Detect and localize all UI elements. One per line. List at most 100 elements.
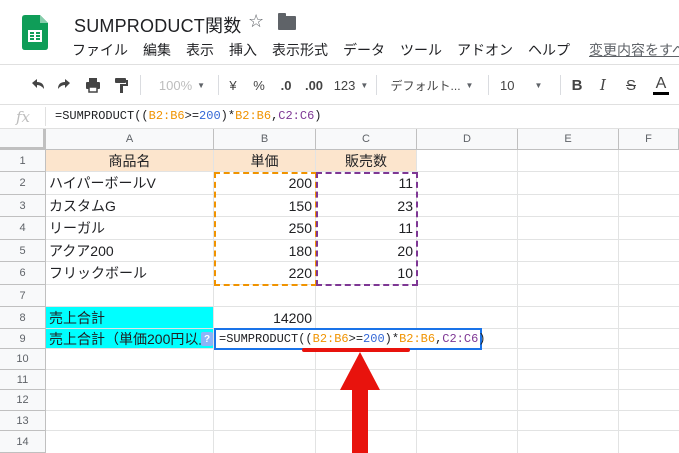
decrease-decimal-button[interactable]: .0 [276, 73, 296, 97]
row-header[interactable]: 8 [0, 307, 46, 329]
row-header[interactable]: 10 [0, 349, 46, 370]
toolbar-divider [218, 75, 219, 95]
row-header[interactable]: 13 [0, 411, 46, 431]
row-header[interactable]: 7 [0, 285, 46, 307]
menu-insert[interactable]: 挿入 [229, 40, 257, 62]
cell-b4[interactable]: 250 [214, 217, 316, 240]
text-color-letter: A [655, 75, 667, 92]
more-formats-label: 123 [333, 77, 356, 93]
row-header[interactable]: 2 [0, 172, 46, 195]
formula-range-ref: B2:B6 [399, 332, 436, 346]
increase-decimal-button[interactable]: .00 [302, 73, 326, 97]
formula-part: )* [220, 109, 236, 123]
italic-button[interactable]: I [596, 73, 610, 97]
menu-tools[interactable]: ツール [400, 40, 442, 62]
chevron-down-icon: ▼ [534, 80, 543, 90]
cell-b9-editor[interactable]: =SUMPRODUCT((B2:B6 >= 200)* B2:B6, C2:C6) [214, 328, 486, 350]
formula-range-ref: B2:B6 [148, 109, 185, 123]
menu-format[interactable]: 表示形式 [272, 40, 328, 62]
row-header[interactable]: 9 [0, 329, 46, 349]
row-header[interactable]: 1 [0, 150, 46, 172]
app-header: SUMPRODUCT関数 ☆ ファイル 編集 表示 挿入 表示形式 データ ツー… [0, 0, 679, 64]
formula-range-ref: B2:B6 [235, 109, 272, 123]
star-icon[interactable]: ☆ [248, 11, 264, 32]
zoom-select[interactable]: 100% ▼ [156, 73, 208, 97]
formula-input[interactable]: =SUMPRODUCT((B2:B6>=200)*B2:B6,C2:C6) [55, 109, 322, 123]
font-family-select[interactable]: デフォルト... ▼ [384, 73, 480, 97]
percent-button[interactable]: % [252, 73, 266, 97]
column-header-d[interactable]: D [417, 129, 518, 150]
fx-icon: fx [16, 108, 31, 126]
formula-range-ref: B2:B6 [312, 332, 349, 346]
cell-b6[interactable]: 220 [214, 262, 316, 285]
menu-edit[interactable]: 編集 [143, 40, 171, 62]
cell-c5[interactable]: 20 [316, 240, 417, 262]
last-edit-link[interactable]: 変更内容をすべ [589, 40, 679, 62]
cell-c2[interactable]: 11 [316, 172, 417, 195]
toolbar-divider [140, 75, 141, 95]
formula-bar: fx =SUMPRODUCT((B2:B6>=200)*B2:B6,C2:C6) [0, 104, 679, 129]
cell-a2[interactable]: ハイパーボールV [46, 172, 214, 195]
font-size-value: 10 [500, 77, 515, 93]
menu-addons[interactable]: アドオン [457, 40, 513, 62]
row-header[interactable]: 11 [0, 370, 46, 390]
cell-b2[interactable]: 200 [214, 172, 316, 195]
menu-help[interactable]: ヘルプ [528, 40, 570, 62]
column-header-b[interactable]: B [214, 129, 316, 150]
formula-part: =SUMPRODUCT(( [219, 332, 313, 346]
row-header[interactable]: 14 [0, 431, 46, 453]
formula-part: , [435, 332, 443, 346]
toolbar: 100% ▼ ¥ % .0 .00 123 ▼ デフォルト... ▼ 10 ▼ B I … [0, 64, 679, 104]
select-all-corner[interactable] [0, 129, 46, 150]
cell-a9[interactable]: 売上合計（単価200円以上 [46, 329, 214, 349]
more-formats-select[interactable]: 123 ▼ [332, 73, 370, 97]
menu-view[interactable]: 表示 [186, 40, 214, 62]
cell-b1[interactable]: 単価 [214, 150, 316, 172]
formula-part: ) [314, 109, 322, 123]
cell-c1[interactable]: 販売数 [316, 150, 417, 172]
formula-part: ) [478, 332, 486, 346]
cell-c6[interactable]: 10 [316, 262, 417, 285]
column-header-e[interactable]: E [518, 129, 619, 150]
cell-a8[interactable]: 売上合計 [46, 307, 214, 329]
cell-a1[interactable]: 商品名 [46, 150, 214, 172]
chevron-down-icon: ▼ [197, 80, 206, 90]
cell-b5[interactable]: 180 [214, 240, 316, 262]
font-family-value: デフォルト... [390, 78, 461, 93]
font-size-select[interactable]: 10 ▼ [500, 73, 548, 97]
text-color-button[interactable]: A [652, 73, 670, 97]
cell-c4[interactable]: 11 [316, 217, 417, 240]
column-header-a[interactable]: A [46, 129, 214, 150]
cell-a3[interactable]: カスタムG [46, 195, 214, 217]
cell-a5[interactable]: アクア200 [46, 240, 214, 262]
paint-format-icon[interactable] [112, 73, 130, 97]
cell-a4[interactable]: リーガル [46, 217, 214, 240]
currency-button[interactable]: ¥ [226, 73, 240, 97]
cell-c3[interactable]: 23 [316, 195, 417, 217]
row-header[interactable]: 5 [0, 240, 46, 262]
formula-help-badge[interactable]: ? [201, 332, 213, 346]
cell-a6[interactable]: フリックボール [46, 262, 214, 285]
row-header[interactable]: 4 [0, 217, 46, 240]
menu-data[interactable]: データ [343, 40, 385, 62]
formula-range-ref: C2:C6 [278, 109, 315, 123]
column-header-f[interactable]: F [619, 129, 679, 150]
red-arrow-icon [340, 352, 380, 453]
zoom-value: 100% [158, 77, 193, 93]
cell-b3[interactable]: 150 [214, 195, 316, 217]
row-header[interactable]: 12 [0, 390, 46, 411]
column-header-c[interactable]: C [316, 129, 417, 150]
undo-icon[interactable] [28, 73, 46, 97]
formula-part: )* [384, 332, 400, 346]
redo-icon[interactable] [56, 73, 74, 97]
menu-file[interactable]: ファイル [72, 40, 128, 62]
row-header[interactable]: 3 [0, 195, 46, 217]
bold-button[interactable]: B [570, 73, 584, 97]
document-title[interactable]: SUMPRODUCT関数 [74, 12, 241, 38]
sheets-logo-icon[interactable] [22, 15, 48, 50]
row-header[interactable]: 6 [0, 262, 46, 285]
print-icon[interactable] [84, 73, 102, 97]
cell-b8[interactable]: 14200 [214, 307, 316, 329]
folder-icon[interactable] [278, 13, 296, 30]
strikethrough-button[interactable]: S [624, 73, 638, 97]
